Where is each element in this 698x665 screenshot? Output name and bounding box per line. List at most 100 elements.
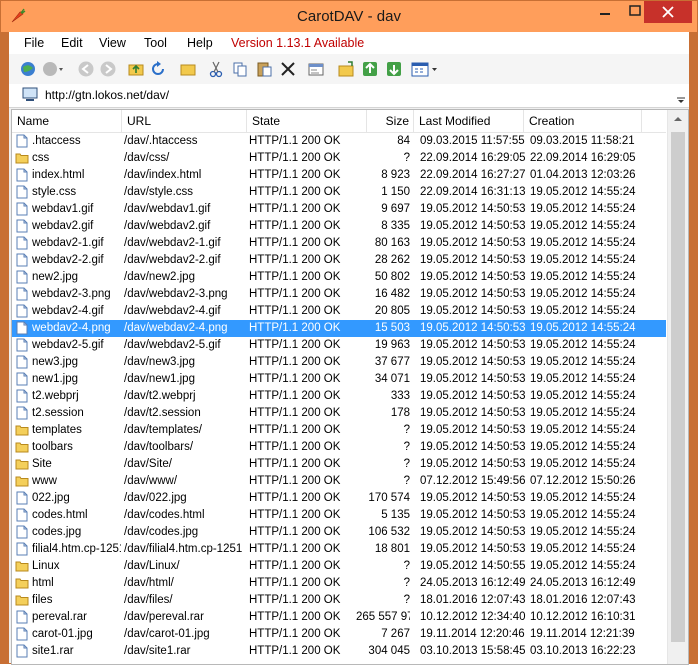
properties-icon[interactable] — [307, 60, 325, 78]
file-name: .htaccess — [32, 135, 81, 147]
column-url[interactable]: URL — [122, 110, 247, 132]
delete-x-icon[interactable] — [279, 60, 297, 78]
cell-state: HTTP/1.1 200 OK — [249, 322, 341, 334]
new-folder-icon[interactable] — [179, 60, 197, 78]
connect-globe-icon[interactable] — [19, 60, 37, 78]
cell-state: HTTP/1.1 200 OK — [249, 169, 341, 181]
cell-name: webdav2.gif — [15, 218, 121, 235]
cell-state: HTTP/1.1 200 OK — [249, 237, 341, 249]
refresh-icon[interactable] — [149, 60, 167, 78]
table-row[interactable]: www/dav/www/HTTP/1.1 200 OK? 07.12.2012 1… — [12, 473, 666, 490]
table-row[interactable]: new2.jpg/dav/new2.jpg HTTP/1.1 200 OK 50 8… — [12, 269, 666, 286]
file-icon — [16, 372, 28, 386]
table-row[interactable]: carot-01.jpg/dav/carot-01.jpg HTTP/1.1 20… — [12, 626, 666, 643]
menu-tool[interactable]: Tool — [144, 36, 167, 50]
scroll-up-button[interactable] — [668, 110, 688, 128]
address-url[interactable]: http://gtn.lokos.net/dav/ — [45, 88, 169, 102]
copy-icon[interactable] — [231, 60, 249, 78]
parent-folder-icon[interactable] — [127, 60, 145, 78]
table-row[interactable]: .htaccess/dav/.htaccess HTTP/1.1 200 OK 84… — [12, 133, 666, 150]
minimize-button[interactable] — [591, 1, 619, 23]
cell-state: HTTP/1.1 200 OK — [249, 628, 341, 640]
table-row[interactable]: webdav2.gif/dav/webdav2.gif HTTP/1.1 200 … — [12, 218, 666, 235]
cell-name: files — [15, 592, 121, 609]
menu-view[interactable]: View — [99, 36, 126, 50]
cell-url: /dav/files/ — [124, 594, 173, 606]
table-row[interactable]: files/dav/files/HTTP/1.1 200 OK? 18.01.20… — [12, 592, 666, 609]
scrollbar-thumb[interactable] — [671, 132, 685, 642]
address-dropdown-button[interactable] — [675, 86, 687, 104]
upload-folder-icon[interactable] — [337, 60, 355, 78]
table-row[interactable]: t2.session/dav/t2.session HTTP/1.1 200 OK… — [12, 405, 666, 422]
table-row[interactable]: new3.jpg/dav/new3.jpg HTTP/1.1 200 OK 37 6… — [12, 354, 666, 371]
table-row[interactable]: pereval.rar/dav/pereval.rar HTTP/1.1 200 … — [12, 609, 666, 626]
close-button[interactable] — [644, 1, 692, 23]
table-row[interactable]: webdav1.gif/dav/webdav1.gif HTTP/1.1 200 … — [12, 201, 666, 218]
column-creation[interactable]: Creation — [524, 110, 642, 132]
forward-arrow-icon[interactable] — [99, 60, 117, 78]
column-name[interactable]: Name — [12, 110, 122, 132]
cell-size: 178 — [390, 407, 410, 419]
table-row[interactable]: Site/dav/Site/HTTP/1.1 200 OK? 19.05.2012… — [12, 456, 666, 473]
file-name: new2.jpg — [32, 271, 79, 283]
table-row[interactable]: 022.jpg/dav/022.jpg HTTP/1.1 200 OK 170 57… — [12, 490, 666, 507]
table-row[interactable]: codes.html/dav/codes.html HTTP/1.1 200 OK… — [12, 507, 666, 524]
cell-name: webdav2-4.gif — [15, 303, 121, 320]
table-row[interactable]: templates/dav/templates/HTTP/1.1 200 OK?… — [12, 422, 666, 439]
menu-edit[interactable]: Edit — [61, 36, 83, 50]
table-row[interactable]: toolbars/dav/toolbars/HTTP/1.1 200 OK? 19… — [12, 439, 666, 456]
vertical-scrollbar[interactable] — [667, 110, 688, 664]
table-row[interactable]: html/dav/html/HTTP/1.1 200 OK? 24.05.2013… — [12, 575, 666, 592]
file-name: pereval.rar — [32, 611, 87, 623]
table-row[interactable]: webdav2-3.png/dav/webdav2-3.png HTTP/1.1 … — [12, 286, 666, 303]
file-icon — [16, 253, 28, 267]
column-last-modified[interactable]: Last Modified — [414, 110, 524, 132]
cell-creation: 19.05.2012 14:55:24 — [530, 492, 636, 504]
menu-file[interactable]: File — [24, 36, 44, 50]
upload-icon[interactable] — [361, 60, 379, 78]
view-options-dropdown-icon[interactable] — [411, 60, 439, 78]
cell-last-modified: 19.05.2012 14:50:53 — [420, 441, 526, 453]
file-name: new1.jpg — [32, 373, 79, 385]
cell-last-modified: 19.05.2012 14:50:53 — [420, 254, 526, 266]
back-arrow-icon[interactable] — [77, 60, 95, 78]
table-row[interactable]: webdav2-2.gif/dav/webdav2-2.gif HTTP/1.1 … — [12, 252, 666, 269]
table-row[interactable]: Linux/dav/Linux/HTTP/1.1 200 OK? 19.05.20… — [12, 558, 666, 575]
download-icon[interactable] — [385, 60, 403, 78]
folder-icon — [15, 561, 29, 572]
cell-size: 84 — [397, 135, 410, 147]
menu-help[interactable]: Help — [187, 36, 213, 50]
file-list[interactable]: Name URL State Size Last Modified Creati… — [11, 109, 689, 665]
table-row[interactable]: site1.rar/dav/site1.rar HTTP/1.1 200 OK 30… — [12, 643, 666, 660]
table-row[interactable]: webdav2-4.png/dav/webdav2-4.png HTTP/1.1 … — [12, 320, 666, 337]
file-name: carot-01.jpg — [32, 628, 93, 640]
file-name: webdav2-1.gif — [32, 237, 104, 249]
cell-creation: 19.05.2012 14:55:24 — [530, 203, 636, 215]
table-row[interactable]: style.css/dav/style.css HTTP/1.1 200 OK 1 … — [12, 184, 666, 201]
table-row[interactable]: codes.jpg/dav/codes.jpg HTTP/1.1 200 OK 10… — [12, 524, 666, 541]
table-row[interactable]: webdav2-4.gif/dav/webdav2-4.gif HTTP/1.1 … — [12, 303, 666, 320]
table-row[interactable]: webdav2-5.gif/dav/webdav2-5.gif HTTP/1.1 … — [12, 337, 666, 354]
table-row[interactable]: t2.webprj/dav/t2.webprj HTTP/1.1 200 OK 33… — [12, 388, 666, 405]
table-row[interactable]: index.html/dav/index.html HTTP/1.1 200 OK… — [12, 167, 666, 184]
table-row[interactable]: css/dav/css/HTTP/1.1 200 OK? 22.09.2014 1… — [12, 150, 666, 167]
column-size[interactable]: Size — [367, 110, 414, 132]
file-icon — [16, 202, 28, 216]
table-row[interactable]: webdav2-1.gif/dav/webdav2-1.gif HTTP/1.1 … — [12, 235, 666, 252]
table-row[interactable]: filial4.htm.cp-1251/dav/filial4.htm.cp-1… — [12, 541, 666, 558]
cell-size: 34 071 — [374, 373, 410, 385]
cell-creation: 10.12.2012 16:10:31 — [530, 611, 636, 623]
paste-icon[interactable] — [255, 60, 273, 78]
cell-name: new1.jpg — [15, 371, 121, 388]
file-name: files — [32, 594, 53, 606]
address-bar[interactable]: http://gtn.lokos.net/dav/ — [9, 84, 689, 108]
table-row[interactable]: new1.jpg/dav/new1.jpg HTTP/1.1 200 OK 34 0… — [12, 371, 666, 388]
cell-url: /dav/site1.rar — [124, 645, 191, 657]
title-bar[interactable]: CarotDAV - dav — [1, 1, 697, 32]
version-available-link[interactable]: Version 1.13.1 Available — [231, 36, 364, 50]
cell-last-modified: 19.05.2012 14:50:55 — [420, 560, 526, 572]
cell-state: HTTP/1.1 200 OK — [249, 254, 341, 266]
favorites-dropdown-icon[interactable] — [41, 60, 65, 78]
column-state[interactable]: State — [247, 110, 367, 132]
cut-icon[interactable] — [207, 60, 225, 78]
